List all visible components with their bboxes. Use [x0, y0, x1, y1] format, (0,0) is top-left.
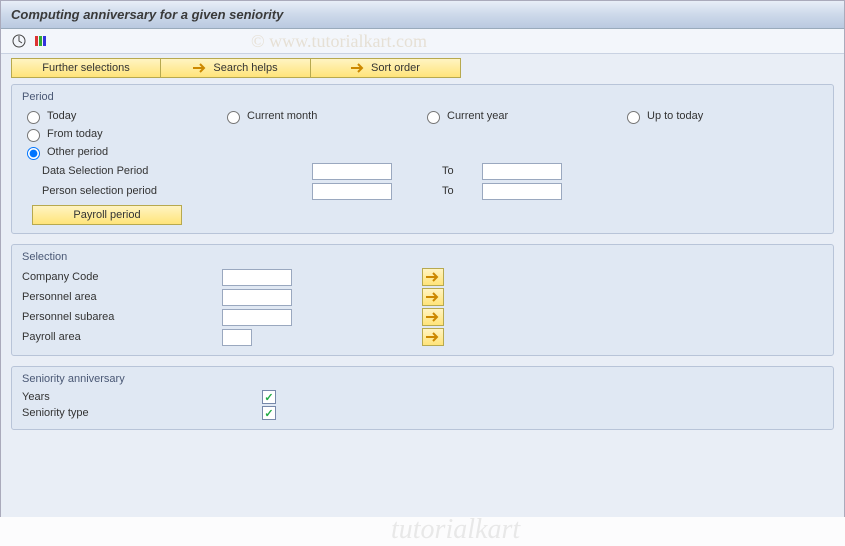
radio-current-year[interactable]: Current year — [422, 107, 622, 125]
personnel-subarea-input[interactable] — [222, 309, 292, 326]
personnel-area-multi-button[interactable] — [422, 288, 444, 306]
watermark-text: tutorialkart — [391, 514, 520, 546]
radio-current-month[interactable]: Current month — [222, 107, 422, 125]
seniority-type-checkbox[interactable]: ✓ — [262, 406, 276, 420]
button-label: Further selections — [42, 62, 129, 74]
arrow-right-icon — [193, 63, 207, 73]
payroll-area-label: Payroll area — [22, 331, 222, 343]
radio-input[interactable] — [27, 111, 40, 124]
years-checkbox[interactable]: ✓ — [262, 390, 276, 404]
company-code-input[interactable] — [222, 269, 292, 286]
radio-from-today[interactable]: From today — [22, 125, 222, 143]
seniority-type-label: Seniority type — [22, 407, 222, 419]
company-code-multi-button[interactable] — [422, 268, 444, 286]
sort-order-button[interactable]: Sort order — [311, 58, 461, 78]
radio-up-to-today[interactable]: Up to today — [622, 107, 822, 125]
to-label: To — [392, 185, 482, 197]
radio-input[interactable] — [27, 129, 40, 142]
company-code-label: Company Code — [22, 271, 222, 283]
group-title: Selection — [22, 249, 823, 265]
personnel-area-input[interactable] — [222, 289, 292, 306]
radio-label: From today — [47, 128, 103, 140]
radio-today[interactable]: Today — [22, 107, 222, 125]
arrow-right-icon — [426, 312, 440, 322]
person-selection-to-input[interactable] — [482, 183, 562, 200]
execute-icon[interactable] — [11, 33, 27, 49]
arrow-right-icon — [426, 272, 440, 282]
period-group: Period Today Current month Current year … — [11, 84, 834, 234]
arrow-right-icon — [351, 63, 365, 73]
radio-input[interactable] — [227, 111, 240, 124]
group-title: Seniority anniversary — [22, 371, 823, 387]
radio-input[interactable] — [427, 111, 440, 124]
watermark-text: © www.tutorialkart.com — [251, 31, 427, 52]
further-selections-button[interactable]: Further selections — [11, 58, 161, 78]
radio-label: Current month — [247, 110, 317, 122]
button-label: Sort order — [371, 62, 420, 74]
selection-group: Selection Company Code Personnel area Pe… — [11, 244, 834, 356]
radio-label: Current year — [447, 110, 508, 122]
payroll-area-multi-button[interactable] — [422, 328, 444, 346]
personnel-area-label: Personnel area — [22, 291, 222, 303]
seniority-group: Seniority anniversary Years ✓ Seniority … — [11, 366, 834, 430]
personnel-subarea-label: Personnel subarea — [22, 311, 222, 323]
radio-input[interactable] — [27, 147, 40, 160]
selection-buttons: Further selections Search helps Sort ord… — [11, 58, 834, 78]
to-label: To — [392, 165, 482, 177]
radio-label: Up to today — [647, 110, 703, 122]
content-area: Further selections Search helps Sort ord… — [1, 54, 844, 517]
radio-input[interactable] — [627, 111, 640, 124]
years-label: Years — [22, 391, 222, 403]
payroll-area-input[interactable] — [222, 329, 252, 346]
button-label: Search helps — [213, 62, 277, 74]
arrow-right-icon — [426, 332, 440, 342]
radio-label: Other period — [47, 146, 108, 158]
person-selection-from-input[interactable] — [312, 183, 392, 200]
data-selection-period-label: Data Selection Period — [22, 165, 222, 177]
search-helps-button[interactable]: Search helps — [161, 58, 311, 78]
system-toolbar: © www.tutorialkart.com — [1, 29, 844, 54]
radio-other-period[interactable]: Other period — [22, 143, 622, 161]
page-title: Computing anniversary for a given senior… — [1, 1, 844, 29]
group-title: Period — [22, 89, 823, 105]
radio-label: Today — [47, 110, 76, 122]
person-selection-period-label: Person selection period — [22, 185, 222, 197]
variant-icon[interactable] — [33, 33, 49, 49]
payroll-period-button[interactable]: Payroll period — [32, 205, 182, 225]
button-label: Payroll period — [73, 209, 140, 221]
arrow-right-icon — [426, 292, 440, 302]
data-selection-from-input[interactable] — [312, 163, 392, 180]
personnel-subarea-multi-button[interactable] — [422, 308, 444, 326]
data-selection-to-input[interactable] — [482, 163, 562, 180]
